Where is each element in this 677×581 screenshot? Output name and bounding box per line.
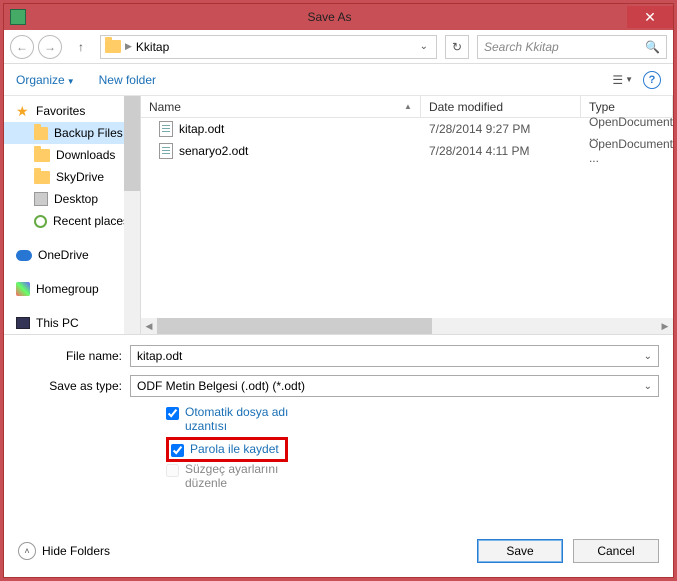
list-hscrollbar[interactable]: ◀ ▶ (141, 318, 673, 334)
recent-icon (34, 215, 47, 228)
view-options-button[interactable]: ☰ ▼ (612, 73, 633, 87)
chevron-up-icon: ˄ (18, 542, 36, 560)
folder-icon (105, 40, 121, 53)
search-input[interactable]: Search Kkitap 🔍 (477, 35, 667, 59)
breadcrumb-dropdown-icon[interactable]: ⌄ (416, 41, 432, 52)
column-name[interactable]: Name ▲ (141, 96, 421, 117)
savetype-select[interactable]: ODF Metin Belgesi (.odt) (*.odt) ⌄ (130, 375, 659, 397)
window-title: Save As (32, 10, 627, 24)
document-icon (159, 143, 173, 159)
tree-item-downloads[interactable]: Downloads (4, 144, 140, 166)
document-icon (159, 121, 173, 137)
explorer-body: ★ Favorites Backup Files 2011 Downloads … (4, 96, 673, 334)
column-date[interactable]: Date modified (421, 96, 581, 117)
auto-extension-checkbox[interactable]: Otomatik dosya adı uzantısı (166, 405, 306, 433)
app-icon (10, 9, 26, 25)
help-button[interactable]: ? (643, 71, 661, 89)
star-icon: ★ (16, 104, 30, 118)
edit-filter-settings-checkbox: Süzgeç ayarlarını düzenle (166, 462, 306, 490)
highlight-box: Parola ile kaydet (166, 437, 288, 462)
search-placeholder: Search Kkitap (484, 40, 645, 54)
save-as-dialog: Save As ✕ ← → ↑ ▶ Kkitap ⌄ ↻ Search Kkit… (3, 3, 674, 578)
form-area: File name: kitap.odt ⌄ Save as type: ODF… (4, 334, 673, 500)
up-button[interactable]: ↑ (72, 40, 90, 54)
save-with-password-checkbox[interactable]: Parola ile kaydet (171, 442, 279, 457)
tree-scrollbar[interactable] (124, 96, 140, 334)
tree-item-backup[interactable]: Backup Files 2011 (4, 122, 140, 144)
savetype-label: Save as type: (18, 379, 130, 393)
breadcrumb[interactable]: ▶ Kkitap ⌄ (100, 35, 437, 59)
back-button[interactable]: ← (10, 35, 34, 59)
pc-icon (16, 317, 30, 329)
forward-button[interactable]: → (38, 35, 62, 59)
homegroup-icon (16, 282, 30, 296)
folder-icon (34, 127, 48, 140)
file-list: Name ▲ Date modified Type kitap.odt 7/28… (141, 96, 673, 334)
chevron-down-icon[interactable]: ⌄ (644, 351, 652, 362)
chevron-right-icon: ▶ (125, 41, 132, 52)
hide-folders-button[interactable]: ˄ Hide Folders (18, 542, 110, 560)
footer: ˄ Hide Folders Save Cancel (4, 529, 673, 577)
search-icon: 🔍 (645, 40, 660, 54)
nav-bar: ← → ↑ ▶ Kkitap ⌄ ↻ Search Kkitap 🔍 (4, 30, 673, 64)
tree-item-desktop[interactable]: Desktop (4, 188, 140, 210)
tree-favorites[interactable]: ★ Favorites (4, 100, 140, 122)
column-type[interactable]: Type (581, 96, 673, 117)
cancel-button[interactable]: Cancel (573, 539, 659, 563)
tree-item-skydrive[interactable]: SkyDrive (4, 166, 140, 188)
cloud-icon (16, 250, 32, 261)
breadcrumb-folder[interactable]: Kkitap (136, 40, 169, 54)
title-bar: Save As ✕ (4, 4, 673, 30)
navigation-tree: ★ Favorites Backup Files 2011 Downloads … (4, 96, 141, 334)
folder-icon (34, 171, 50, 184)
close-button[interactable]: ✕ (627, 6, 673, 28)
tree-onedrive[interactable]: OneDrive (4, 244, 140, 266)
refresh-button[interactable]: ↻ (445, 35, 469, 59)
folder-icon (34, 149, 50, 162)
filename-label: File name: (18, 349, 130, 363)
save-button[interactable]: Save (477, 539, 563, 563)
chevron-down-icon[interactable]: ⌄ (644, 381, 652, 392)
tree-item-recent[interactable]: Recent places (4, 210, 140, 232)
new-folder-button[interactable]: New folder (99, 73, 156, 87)
filename-input[interactable]: kitap.odt ⌄ (130, 345, 659, 367)
list-view-icon: ☰ (612, 73, 623, 87)
file-row[interactable]: senaryo2.odt 7/28/2014 4:11 PM OpenDocum… (141, 140, 673, 162)
tree-thispc[interactable]: This PC (4, 312, 140, 334)
toolbar: Organize▼ New folder ☰ ▼ ? (4, 64, 673, 96)
tree-homegroup[interactable]: Homegroup (4, 278, 140, 300)
desktop-icon (34, 192, 48, 206)
organize-menu[interactable]: Organize▼ (16, 73, 75, 87)
sort-asc-icon: ▲ (404, 102, 412, 111)
